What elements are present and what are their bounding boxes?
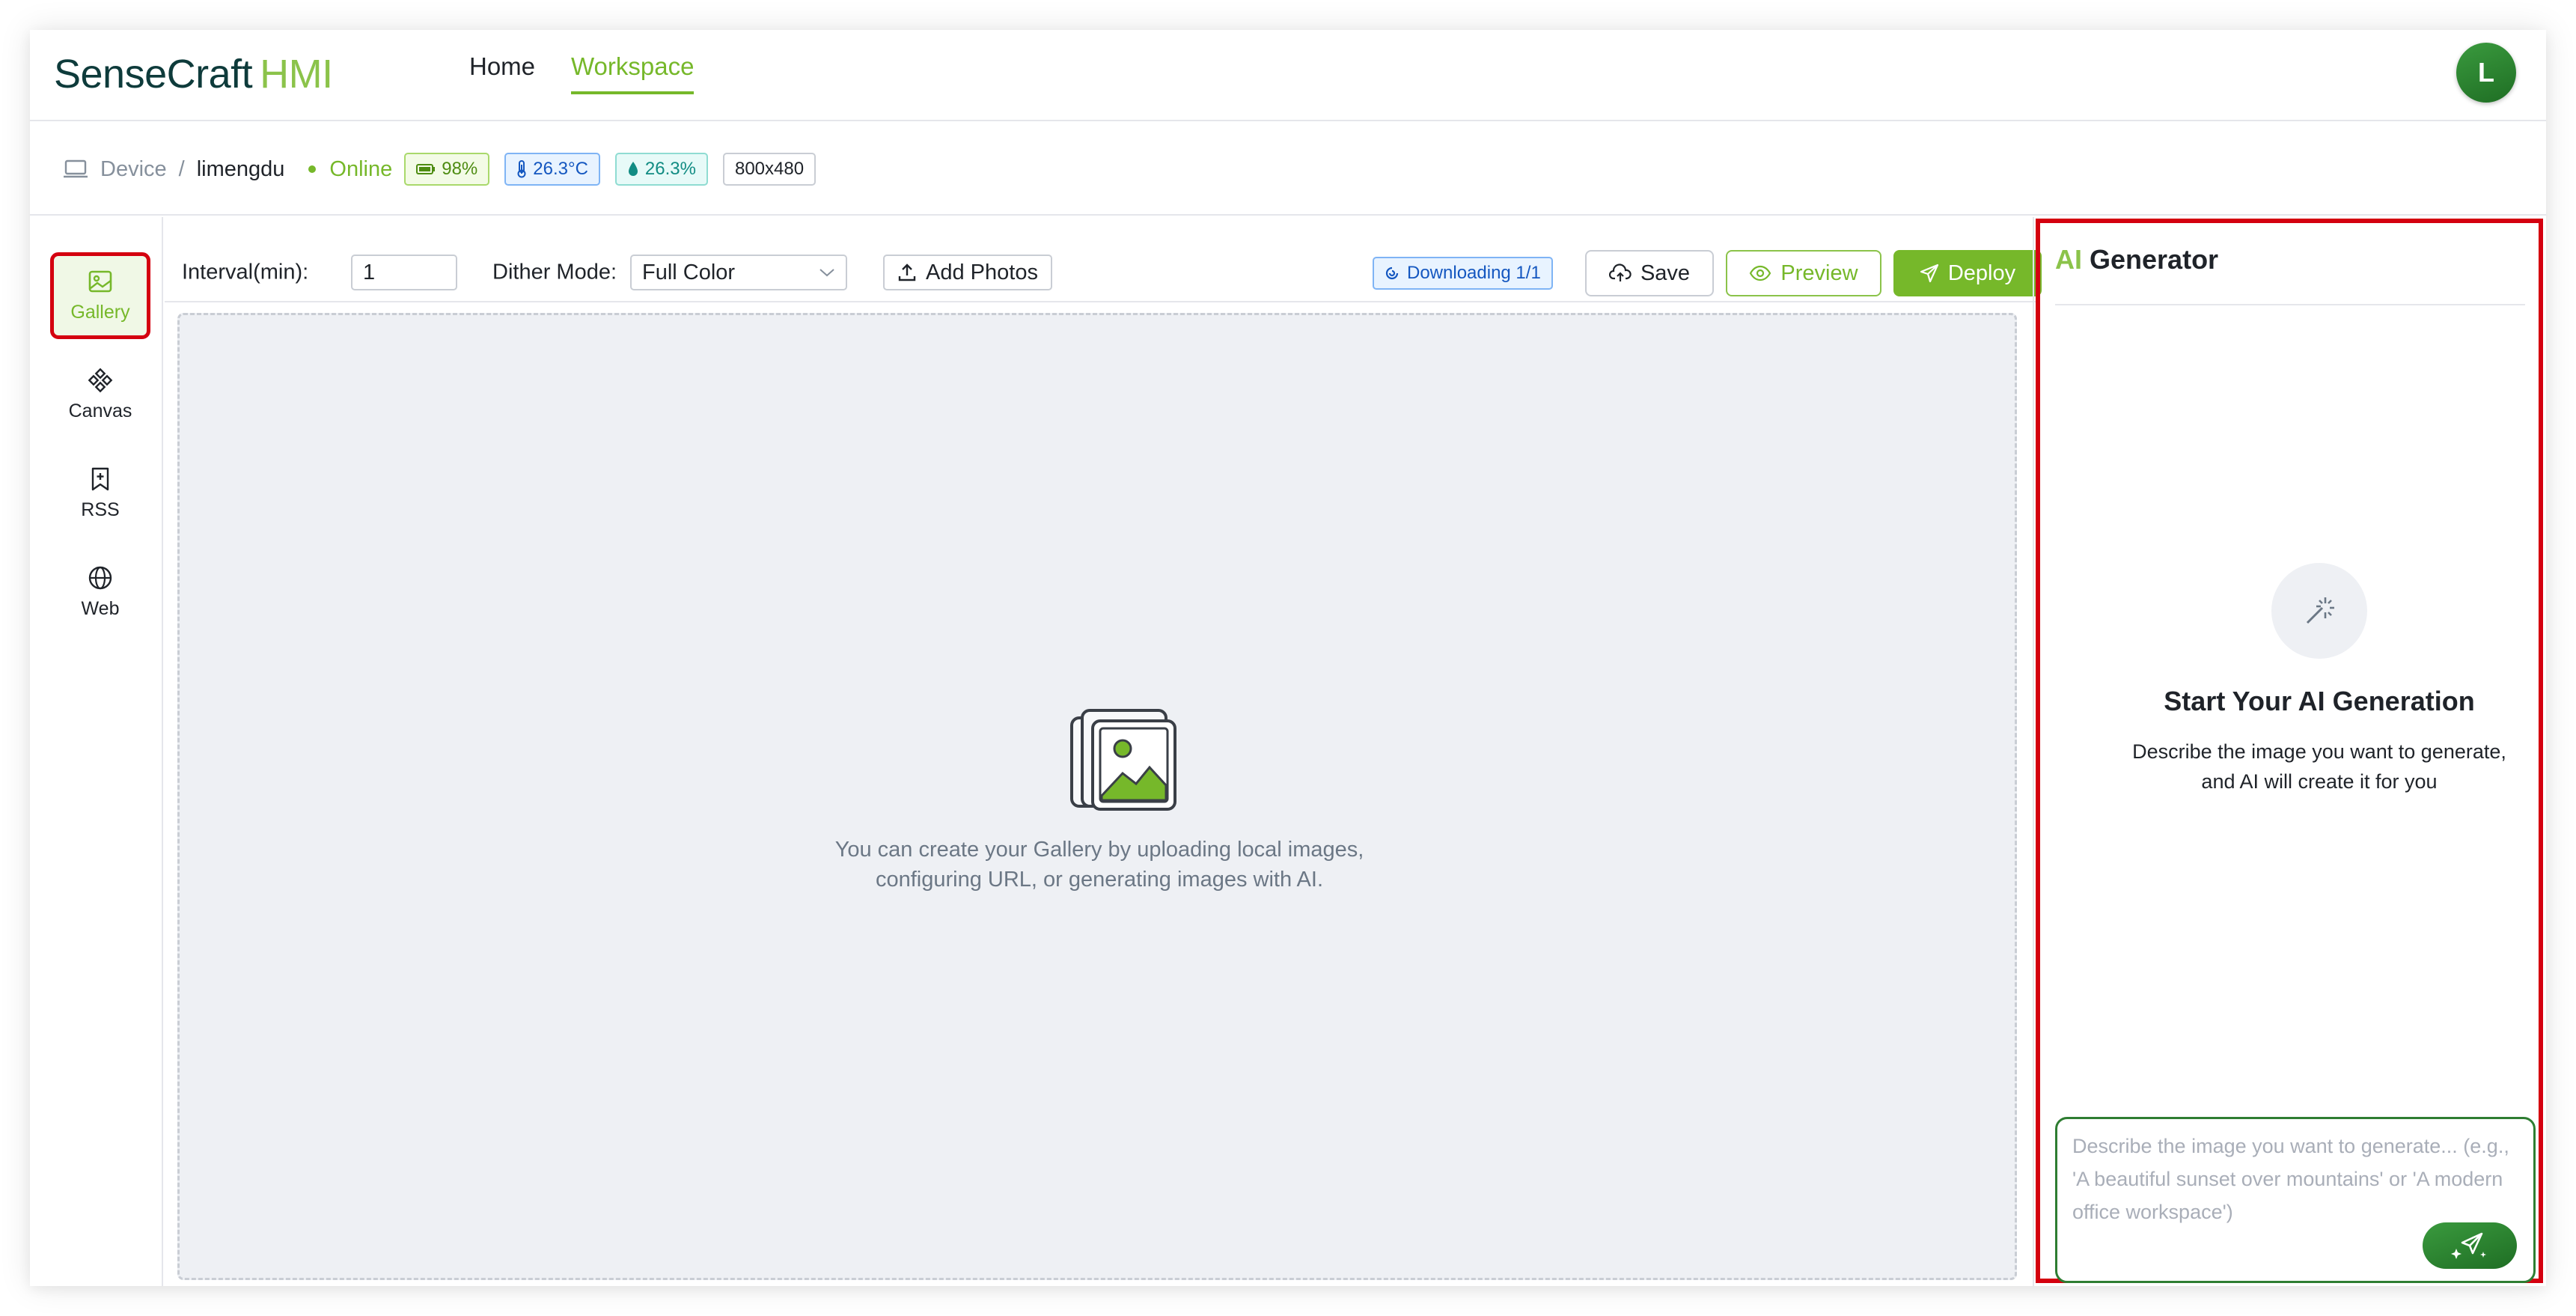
ai-panel-title: AI Generator: [2055, 244, 2218, 275]
save-button[interactable]: Save: [1585, 250, 1714, 296]
breadcrumb-device[interactable]: Device: [100, 157, 167, 182]
sidebar-item-label: Gallery: [70, 301, 130, 323]
temperature-badge: 26.3°C: [504, 153, 600, 186]
online-status-text: Online: [329, 156, 393, 181]
sidebar-item-gallery[interactable]: Gallery: [50, 252, 150, 339]
battery-icon: [416, 164, 436, 174]
preview-button[interactable]: Preview: [1726, 250, 1881, 296]
resolution-badge: 800x480: [722, 153, 817, 186]
save-label: Save: [1640, 261, 1691, 285]
water-drop-icon: [628, 162, 638, 176]
gallery-empty-line-1: You can create your Gallery by uploading…: [834, 838, 1364, 862]
breadcrumb: Device / limengdu Online 98% 26.3°C 26.3…: [63, 151, 831, 187]
sidebar-item-canvas[interactable]: Canvas: [52, 353, 148, 436]
cloud-upload-icon: [1608, 263, 1632, 281]
dither-mode-label: Dither Mode:: [492, 260, 617, 284]
app-logo[interactable]: SenseCraft HMI: [54, 51, 333, 97]
gallery-drop-area[interactable]: You can create your Gallery by uploading…: [177, 313, 2017, 1280]
preview-label: Preview: [1780, 261, 1858, 285]
canvas-icon: [88, 368, 113, 392]
top-nav: SenseCraft HMI Home Workspace L: [30, 30, 2546, 121]
ai-empty-heading: Start Your AI Generation: [2164, 686, 2475, 716]
ai-prompt-input[interactable]: [2072, 1130, 2521, 1234]
left-sidebar: Gallery Canvas RSS Web: [30, 217, 163, 1286]
downloading-status-text: Downloading 1/1: [1407, 263, 1541, 283]
ai-prompt-box: [2055, 1117, 2536, 1283]
ai-desc-line-2: and AI will create it for you: [2201, 770, 2438, 793]
image-icon: [88, 270, 112, 292]
sparkle-send-icon: [2451, 1232, 2486, 1259]
sidebar-item-web[interactable]: Web: [52, 551, 148, 633]
battery-value: 98%: [442, 159, 478, 179]
rss-icon: [91, 467, 109, 490]
ai-panel-divider: [2055, 304, 2525, 305]
laptop-icon: [64, 159, 88, 178]
ai-title-rest: Generator: [2090, 244, 2219, 275]
dither-mode-select[interactable]: Full Color: [630, 255, 847, 290]
add-photos-button[interactable]: Add Photos: [883, 255, 1052, 290]
deploy-button[interactable]: Deploy: [1893, 250, 2042, 296]
temperature-value: 26.3°C: [533, 159, 588, 179]
ai-empty-description: Describe the image you want to generate,…: [2132, 737, 2506, 796]
upload-icon: [898, 263, 916, 281]
chevron-down-icon: [820, 269, 834, 277]
interval-input[interactable]: 1: [351, 255, 457, 290]
gallery-empty-message: You can create your Gallery by uploading…: [725, 835, 1474, 895]
ai-title-prefix: AI: [2055, 244, 2082, 275]
humidity-value: 26.3%: [644, 159, 696, 179]
breadcrumb-separator: /: [178, 156, 185, 181]
thermometer-icon: [517, 160, 526, 178]
magic-wand-badge: [2271, 563, 2367, 659]
deploy-label: Deploy: [1947, 261, 2016, 285]
ai-generator-panel: AI Generator Start Your AI Generation De…: [2033, 217, 2546, 1286]
sidebar-item-label: RSS: [81, 499, 120, 520]
battery-badge: 98%: [404, 153, 490, 186]
avatar[interactable]: L: [2456, 43, 2516, 103]
loading-spinner-icon: [1385, 266, 1399, 280]
interval-label: Interval(min):: [182, 260, 309, 284]
downloading-status-badge: Downloading 1/1: [1373, 257, 1553, 290]
online-status-dot: [308, 165, 317, 173]
gallery-toolbar: Interval(min): 1 Dither Mode: Full Color…: [165, 217, 2042, 302]
dither-mode-value: Full Color: [642, 260, 736, 284]
ai-desc-line-1: Describe the image you want to generate,: [2132, 740, 2506, 763]
photo-stack-icon: [1070, 709, 1176, 811]
nav-workspace-link[interactable]: Workspace: [571, 52, 695, 94]
humidity-badge: 26.3%: [614, 153, 708, 186]
nav-home-link[interactable]: Home: [469, 52, 535, 81]
sidebar-item-label: Web: [81, 597, 120, 619]
add-photos-label: Add Photos: [926, 260, 1038, 284]
breadcrumb-device-name: limengdu: [196, 156, 285, 181]
app-window: SenseCraft HMI Home Workspace L Device / …: [30, 30, 2546, 1286]
gallery-empty-line-2: configuring URL, or generating images wi…: [875, 868, 1324, 892]
send-icon: [1920, 263, 1938, 283]
logo-suffix: HMI: [260, 52, 333, 97]
ai-generate-button[interactable]: [2423, 1222, 2517, 1269]
eye-icon: [1750, 265, 1771, 281]
magic-wand-icon: [2306, 597, 2334, 624]
globe-icon: [88, 566, 112, 589]
device-status-bar: Device / limengdu Online 98% 26.3°C 26.3…: [30, 123, 2546, 216]
sidebar-item-rss[interactable]: RSS: [52, 452, 148, 534]
logo-text: SenseCraft: [54, 52, 253, 97]
sidebar-item-label: Canvas: [68, 400, 132, 421]
